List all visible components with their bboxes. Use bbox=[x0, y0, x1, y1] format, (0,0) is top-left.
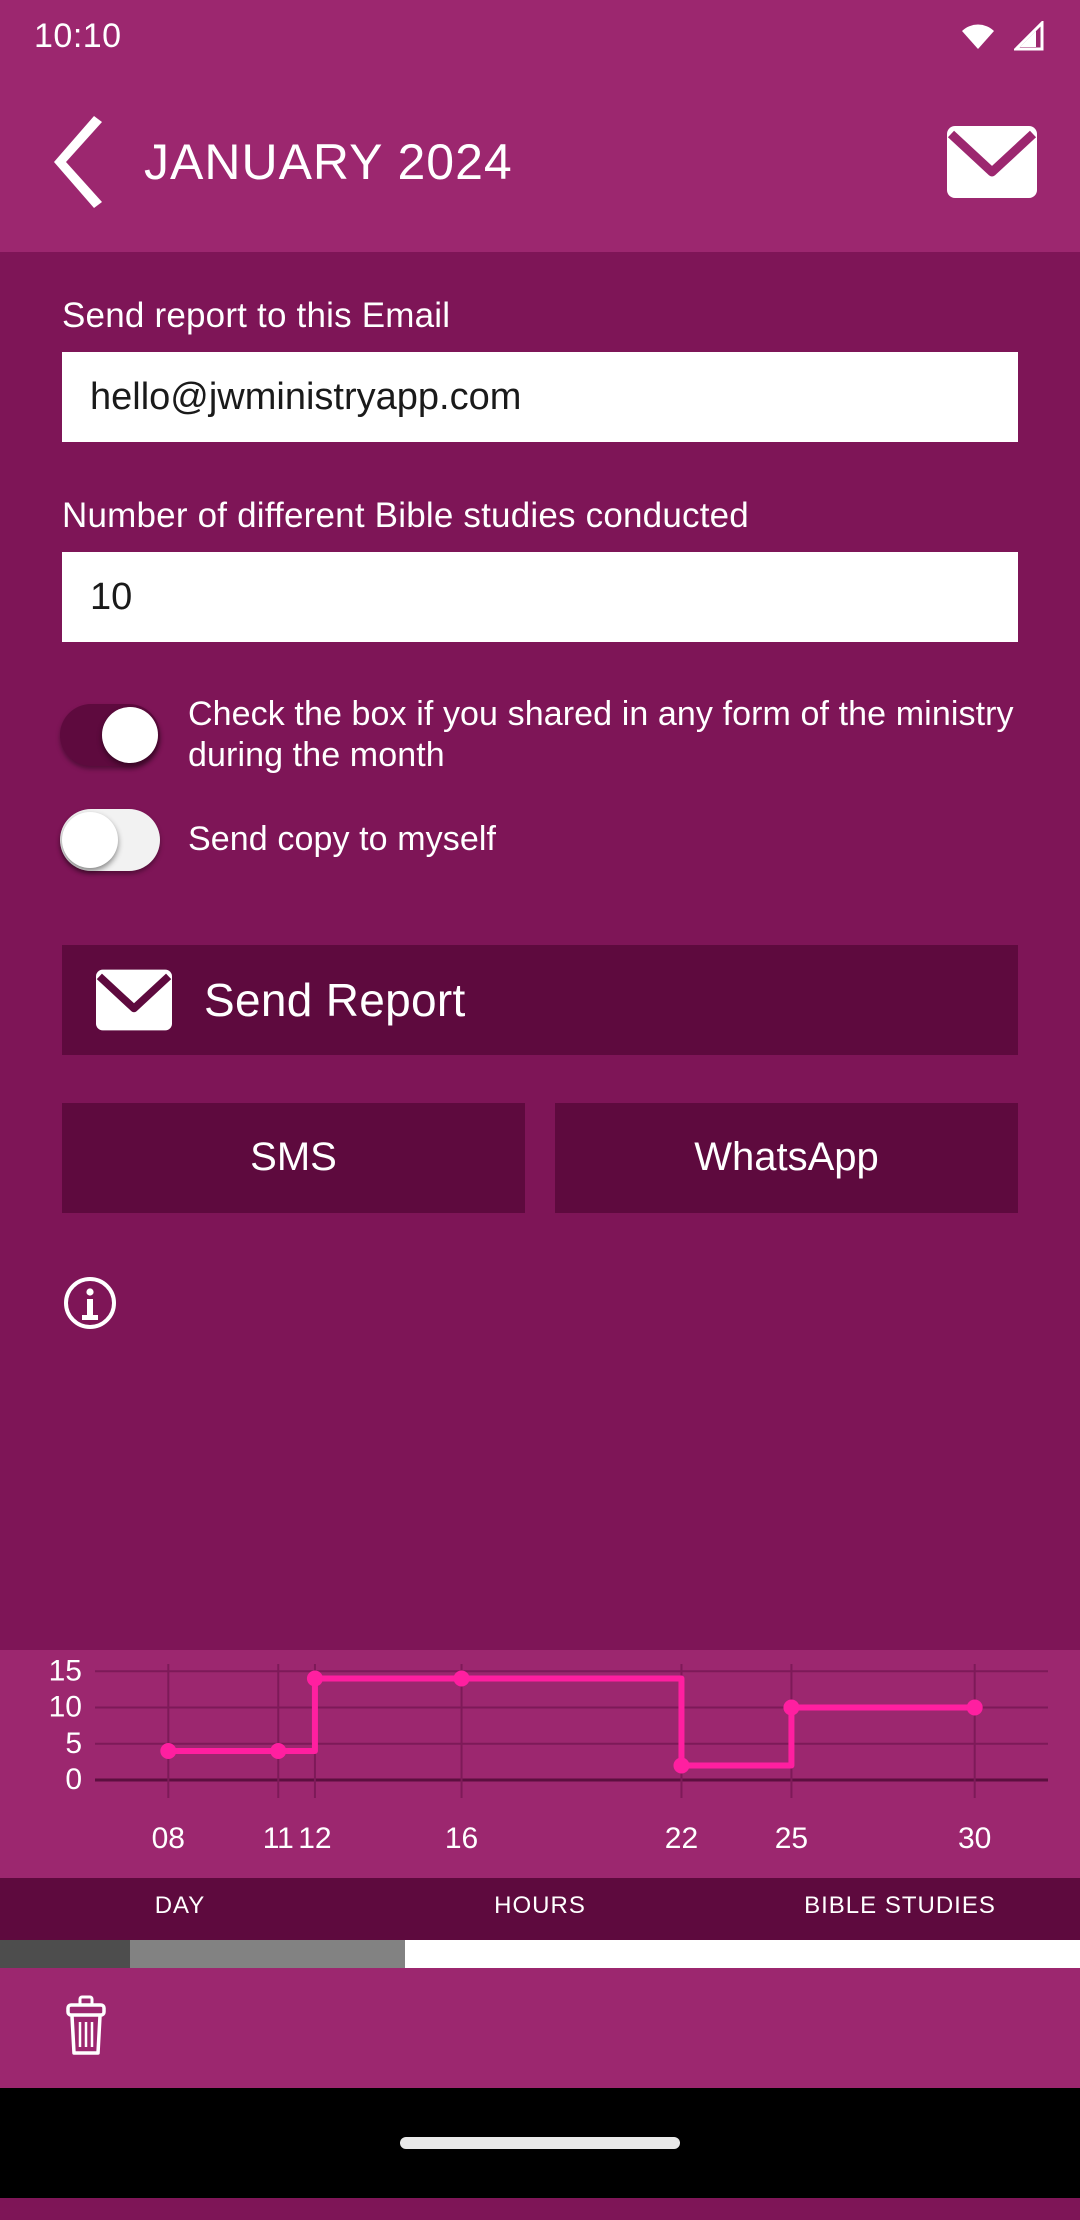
segment-dark[interactable] bbox=[0, 1940, 130, 1968]
report-form: Send report to this Email hello@jwminist… bbox=[0, 252, 1080, 1650]
chart-y-axis-labels: 15 1050 bbox=[49, 1654, 82, 1796]
page-title: JANUARY 2024 bbox=[144, 133, 944, 191]
scroll-indicator[interactable] bbox=[0, 1940, 1080, 1968]
back-button[interactable] bbox=[42, 114, 122, 210]
mail-button[interactable] bbox=[944, 114, 1040, 210]
shared-ministry-toggle[interactable] bbox=[60, 704, 160, 766]
tab-bible-studies-label: BIBLE STUDIES bbox=[804, 1892, 996, 1920]
info-circle-icon bbox=[62, 1275, 118, 1331]
segment-mid[interactable] bbox=[130, 1940, 405, 1968]
svg-text:16: 16 bbox=[445, 1822, 478, 1855]
svg-text:30: 30 bbox=[958, 1822, 991, 1855]
status-icon-group bbox=[960, 21, 1046, 51]
home-gesture-pill[interactable] bbox=[400, 2137, 680, 2149]
chart-x-tick-labels: 08 1112 16 22 25 30 bbox=[152, 1822, 992, 1855]
android-nav-bar bbox=[0, 2088, 1080, 2198]
bible-studies-step-chart: 15 1050 bbox=[0, 1650, 1080, 1810]
toggle-knob bbox=[62, 812, 118, 868]
back-chevron-icon bbox=[54, 116, 110, 208]
sms-button[interactable]: SMS bbox=[62, 1103, 525, 1213]
svg-text:08: 08 bbox=[152, 1822, 185, 1855]
chart-step-line bbox=[168, 1679, 974, 1766]
email-input[interactable]: hello@jwministryapp.com bbox=[62, 352, 1018, 442]
svg-text:15: 15 bbox=[49, 1654, 82, 1687]
chart-gridlines bbox=[95, 1664, 1048, 1798]
info-button[interactable] bbox=[62, 1275, 118, 1331]
app-screen: 10:10 JANUARY 2024 Send report bbox=[0, 0, 1080, 2220]
send-copy-toggle-label: Send copy to myself bbox=[188, 819, 496, 860]
status-clock: 10:10 bbox=[34, 17, 122, 56]
email-field-label: Send report to this Email bbox=[0, 296, 1080, 336]
svg-text:11: 11 bbox=[263, 1822, 294, 1855]
svg-text:22: 22 bbox=[665, 1822, 698, 1855]
bible-studies-input[interactable]: 10 bbox=[62, 552, 1018, 642]
chart-x-axis: 08 1112 16 22 25 30 bbox=[0, 1808, 1080, 1878]
svg-text:12: 12 bbox=[298, 1822, 331, 1855]
status-bar: 10:10 bbox=[0, 0, 1080, 72]
trash-icon bbox=[62, 1995, 110, 2057]
toggle-knob bbox=[102, 707, 158, 763]
delete-button[interactable] bbox=[62, 1995, 110, 2062]
chart-data-points bbox=[160, 1671, 982, 1774]
app-bar: JANUARY 2024 bbox=[0, 72, 1080, 252]
cellular-signal-icon bbox=[1014, 21, 1046, 51]
share-button-group: SMS WhatsApp bbox=[62, 1103, 1018, 1213]
tab-hours-label: HOURS bbox=[494, 1892, 586, 1920]
send-copy-toggle-row[interactable]: Send copy to myself bbox=[0, 809, 1080, 871]
send-report-label: Send Report bbox=[204, 973, 466, 1027]
send-copy-toggle[interactable] bbox=[60, 809, 160, 871]
tab-day-label: DAY bbox=[155, 1892, 206, 1920]
bible-studies-field-label: Number of different Bible studies conduc… bbox=[0, 496, 1080, 536]
svg-text:5: 5 bbox=[65, 1727, 82, 1760]
envelope-icon bbox=[947, 126, 1037, 198]
send-report-button[interactable]: Send Report bbox=[62, 945, 1018, 1055]
wifi-icon bbox=[960, 22, 996, 50]
svg-text:25: 25 bbox=[775, 1822, 808, 1855]
whatsapp-button[interactable]: WhatsApp bbox=[555, 1103, 1018, 1213]
svg-text:0: 0 bbox=[65, 1763, 82, 1796]
segment-light[interactable] bbox=[405, 1940, 1080, 1968]
shared-ministry-toggle-label: Check the box if you shared in any form … bbox=[188, 694, 1040, 777]
bottom-toolbar bbox=[0, 1968, 1080, 2088]
svg-text:10: 10 bbox=[49, 1691, 82, 1724]
envelope-icon bbox=[96, 969, 172, 1031]
statistics-chart[interactable]: 151050 08111216222530 bbox=[0, 1650, 1080, 1810]
shared-ministry-toggle-row[interactable]: Check the box if you shared in any form … bbox=[0, 694, 1080, 777]
